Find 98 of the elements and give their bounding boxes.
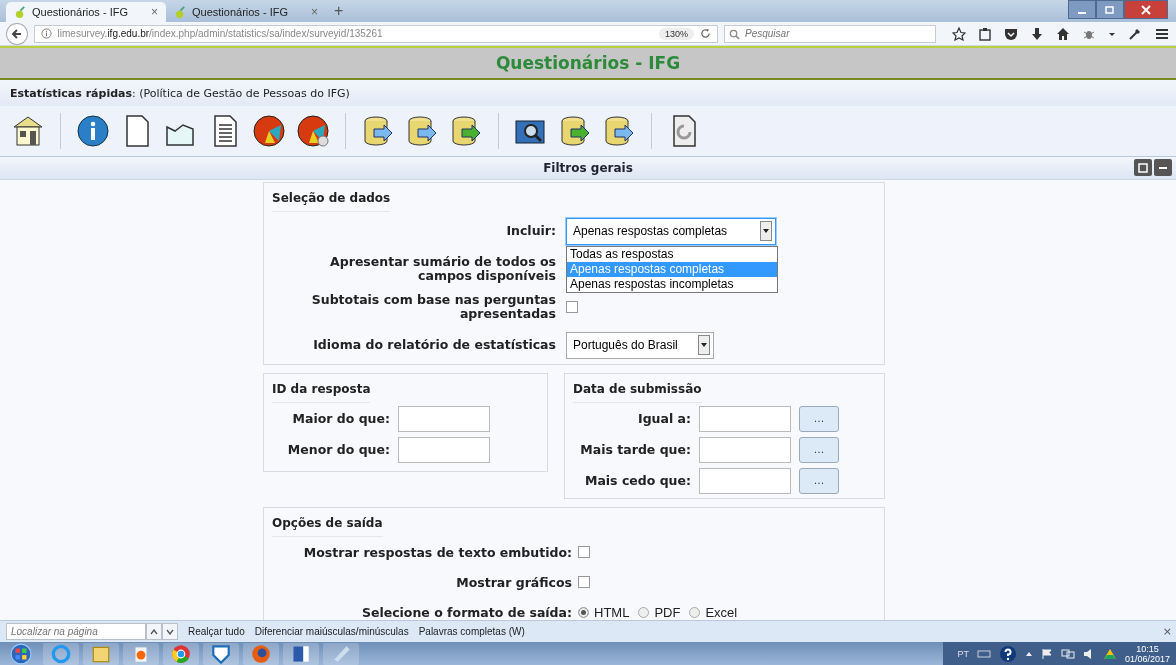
down-chevron-icon bbox=[166, 628, 174, 635]
pocket-icon[interactable] bbox=[1004, 26, 1018, 41]
sprout-icon bbox=[174, 5, 187, 19]
input-field[interactable] bbox=[398, 436, 490, 463]
info-icon[interactable] bbox=[75, 113, 111, 149]
bar-icon bbox=[1159, 166, 1167, 169]
date-picker-button[interactable]: ... bbox=[799, 467, 839, 494]
pie-icon[interactable] bbox=[251, 113, 287, 149]
field-label: Igual a: bbox=[637, 411, 691, 426]
field-label: Mostrar respostas de texto embutido: bbox=[302, 544, 572, 560]
download-icon[interactable] bbox=[1030, 26, 1044, 41]
previous-button[interactable] bbox=[146, 623, 162, 640]
keyboard-icon[interactable] bbox=[976, 648, 991, 659]
checkbox[interactable] bbox=[578, 546, 590, 558]
section-title: Filtros gerais bbox=[543, 161, 633, 175]
field-label: Subtotais com base nas perguntas apresentadas bbox=[310, 293, 556, 321]
url-text: limesurvey.ifg.edu.br/index.php/admin/statistics/sa/index/surveyid/135261 bbox=[57, 28, 384, 39]
caret-icon bbox=[763, 229, 769, 233]
field-label: Mostrar gráficos bbox=[455, 574, 572, 590]
language-indicator[interactable]: PT bbox=[957, 648, 969, 659]
field-label: Mais tarde que: bbox=[579, 442, 691, 457]
clipboard-icon[interactable] bbox=[978, 26, 992, 41]
back-arrow-icon bbox=[10, 27, 23, 40]
search-field[interactable]: Pesquisar bbox=[724, 24, 936, 43]
zoom-level[interactable]: 130% bbox=[658, 27, 694, 40]
include-dropdown[interactable]: Apenas respostas completas bbox=[566, 217, 776, 245]
back-button[interactable] bbox=[6, 22, 28, 45]
field-label: Mais cedo que: bbox=[583, 473, 691, 488]
radio-label: Excel bbox=[705, 604, 738, 620]
restore-icon bbox=[1105, 4, 1115, 15]
fieldset-legend: Opções de saída bbox=[272, 514, 383, 537]
window-icon bbox=[1137, 161, 1149, 174]
radio-button[interactable] bbox=[638, 606, 650, 618]
flag-icon[interactable] bbox=[1040, 647, 1053, 660]
fieldset-legend: ID da resposta bbox=[272, 380, 371, 403]
field-label: Selecione o formato de saída: bbox=[360, 604, 572, 620]
date-picker-button[interactable]: ... bbox=[799, 405, 839, 432]
eyedropper-icon[interactable] bbox=[1128, 26, 1142, 41]
next-button[interactable] bbox=[162, 623, 178, 640]
help-icon[interactable] bbox=[998, 644, 1017, 663]
close-tab-button[interactable]: × bbox=[311, 5, 318, 19]
browser-tab[interactable]: Questionários - IFG × bbox=[166, 2, 326, 22]
fieldset-legend: Data de submissão bbox=[573, 380, 702, 403]
minimize-icon bbox=[1078, 11, 1086, 14]
close-icon bbox=[1141, 4, 1151, 15]
minimize-button[interactable] bbox=[1068, 0, 1096, 19]
checkbox[interactable] bbox=[578, 576, 590, 588]
collapse-button[interactable] bbox=[1154, 159, 1172, 176]
close-window-button[interactable] bbox=[1124, 0, 1168, 19]
field-label: Incluir: bbox=[505, 224, 556, 238]
input-field[interactable] bbox=[398, 405, 490, 432]
date-field[interactable] bbox=[699, 436, 791, 463]
pie-gear-icon[interactable] bbox=[295, 113, 331, 149]
dropdown-option[interactable]: Todas as respostas bbox=[567, 246, 777, 262]
find-option-button[interactable]: Palavras completas (W) bbox=[418, 626, 525, 637]
info-icon bbox=[40, 28, 52, 39]
shield-icon[interactable] bbox=[203, 642, 239, 665]
caret-icon bbox=[701, 343, 707, 347]
find-field[interactable]: Localizar na página bbox=[6, 623, 146, 640]
field-label: Menor do que: bbox=[286, 442, 390, 457]
field-label: Idioma do relatório de estatísticas bbox=[312, 338, 556, 352]
search-icon bbox=[729, 28, 740, 40]
media-icon[interactable] bbox=[123, 642, 159, 665]
fieldset-legend: Seleção de dados bbox=[272, 189, 391, 212]
radio-label: HTML bbox=[594, 604, 630, 620]
close-tab-button[interactable]: × bbox=[151, 5, 158, 19]
expand-button[interactable] bbox=[1134, 159, 1152, 176]
date-field[interactable] bbox=[699, 467, 791, 494]
dropdown-option[interactable]: Apenas respostas incompletas bbox=[567, 276, 777, 292]
find-option-button[interactable]: Diferenciar maiúsculas/minúsculas bbox=[254, 626, 409, 637]
new-tab-button[interactable]: + bbox=[326, 2, 352, 20]
clock-date[interactable]: 01/06/2017 bbox=[1124, 653, 1170, 664]
language-dropdown[interactable]: Português do Brasil bbox=[566, 331, 714, 359]
radio-button[interactable] bbox=[578, 606, 589, 618]
field-label: Maior do que: bbox=[291, 411, 390, 426]
clock-time[interactable]: 10:15 bbox=[1136, 643, 1159, 654]
checkbox[interactable] bbox=[566, 301, 578, 313]
star-icon[interactable] bbox=[952, 26, 966, 41]
survey-subtitle: Estatísticas rápidas: (Política de Gestão de Pessoas do IFG) bbox=[10, 86, 350, 100]
site-title: Questionários - IFG bbox=[495, 53, 681, 73]
network-icon[interactable] bbox=[1060, 647, 1075, 660]
date-field[interactable] bbox=[699, 405, 791, 432]
triangle-drive-icon[interactable] bbox=[1102, 647, 1117, 660]
menu-icon[interactable] bbox=[1154, 26, 1170, 41]
home-icon[interactable] bbox=[1056, 26, 1070, 41]
field-label: Apresentar sumário de todos os campos disponíveis bbox=[329, 255, 556, 283]
find-option-button[interactable]: Realçar tudo bbox=[188, 626, 245, 637]
sprout-icon bbox=[14, 5, 27, 19]
radio-label: PDF bbox=[654, 604, 681, 620]
close-find-bar-button[interactable]: × bbox=[1162, 625, 1172, 638]
address-bar[interactable]: limesurvey.ifg.edu.br/index.php/admin/statistics/sa/index/surveyid/135261 130% bbox=[33, 24, 718, 43]
up-chevron-icon bbox=[150, 628, 158, 635]
restore-button[interactable] bbox=[1096, 0, 1124, 19]
reload-icon[interactable] bbox=[700, 28, 711, 39]
browser-tab[interactable]: Questionários - IFG × bbox=[6, 2, 166, 22]
radio-button[interactable] bbox=[689, 606, 701, 618]
date-picker-button[interactable]: ... bbox=[799, 436, 839, 463]
up-triangle-icon[interactable] bbox=[1024, 650, 1033, 657]
